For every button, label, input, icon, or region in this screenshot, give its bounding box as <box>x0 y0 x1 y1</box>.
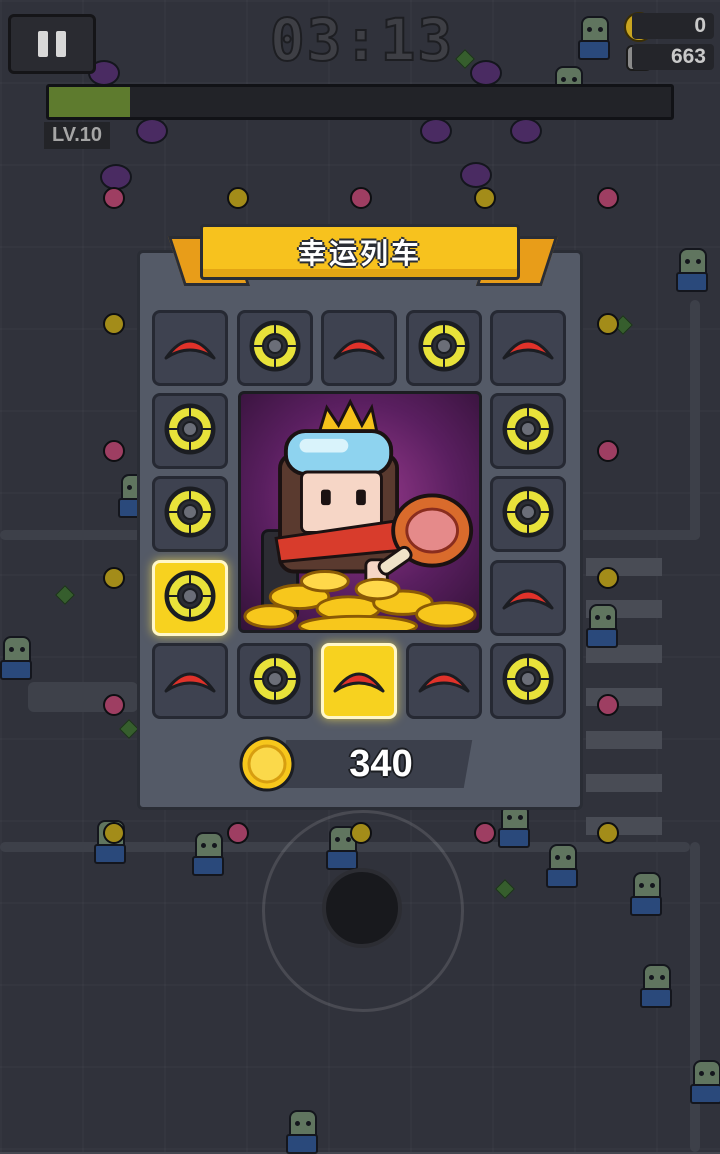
reward-slot <box>490 393 566 469</box>
boomerang-icon <box>329 649 389 714</box>
pause-button[interactable] <box>8 14 96 74</box>
shuriken-icon <box>498 482 558 547</box>
boomerang-icon <box>160 649 220 714</box>
pause-icon <box>38 31 48 57</box>
coin-counter: 0 <box>632 13 714 39</box>
shuriken-icon <box>160 399 220 464</box>
reward-slot <box>321 643 397 719</box>
reward-slot <box>490 643 566 719</box>
shuriken-icon <box>160 566 220 631</box>
boomerang-icon <box>414 649 474 714</box>
shuriken-icon <box>498 399 558 464</box>
joystick-knob[interactable] <box>322 868 402 948</box>
gold-coin-icon <box>239 736 295 792</box>
reward-slot <box>490 476 566 552</box>
reward-amount: 340 <box>349 743 413 785</box>
reward-slot <box>152 476 228 552</box>
boomerang-icon <box>160 316 220 381</box>
shuriken-icon <box>245 316 305 381</box>
reward-slot <box>237 310 313 386</box>
reward-slot <box>152 310 228 386</box>
level-label: LV.10 <box>44 122 111 149</box>
reward-slot <box>152 393 228 469</box>
xp-bar-fill <box>49 87 130 117</box>
reward-slot <box>406 643 482 719</box>
boomerang-icon <box>498 316 558 381</box>
boomerang-icon <box>498 566 558 631</box>
shuriken-icon <box>245 649 305 714</box>
reward-slot <box>152 560 228 636</box>
hero-king-with-meat-image <box>243 398 477 630</box>
shuriken-icon <box>414 316 474 381</box>
reward-slot <box>490 560 566 636</box>
shuriken-icon <box>160 482 220 547</box>
reward-slot <box>237 643 313 719</box>
reward-slot <box>321 310 397 386</box>
shuriken-icon <box>498 649 558 714</box>
hero-portrait <box>238 391 482 633</box>
xp-bar <box>46 84 674 120</box>
kill-counter: 663 <box>632 44 714 70</box>
boomerang-icon <box>329 316 389 381</box>
survival-timer: 03:13 <box>269 5 455 75</box>
panel-title: 幸运列车 <box>200 224 520 280</box>
reward-slot <box>490 310 566 386</box>
reward-slot <box>152 643 228 719</box>
reward-slot <box>406 310 482 386</box>
